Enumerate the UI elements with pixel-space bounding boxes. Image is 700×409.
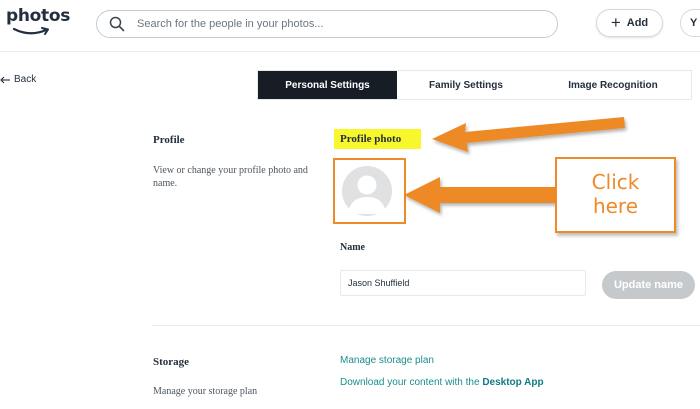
user-silhouette-icon xyxy=(348,175,386,214)
name-label: Name xyxy=(340,242,365,253)
amazon-photos-logo[interactable]: photos xyxy=(6,6,70,40)
tab-family-settings[interactable]: Family Settings xyxy=(397,71,535,99)
callout-line-1: Click xyxy=(591,170,640,194)
profile-section-description: View or change your profile photo and na… xyxy=(153,165,308,189)
update-name-button[interactable]: Update name xyxy=(602,271,695,299)
click-here-callout: Click here xyxy=(555,157,676,233)
search-bar[interactable] xyxy=(96,10,558,38)
settings-tabs: Personal Settings Family Settings Image … xyxy=(257,70,692,100)
tab-personal-settings[interactable]: Personal Settings xyxy=(258,71,397,99)
profile-photo-label: Profile photo xyxy=(334,129,421,149)
tab-image-recognition[interactable]: Image Recognition xyxy=(535,71,691,99)
arrow-left-icon xyxy=(0,76,10,83)
back-label: Back xyxy=(14,74,37,85)
search-icon xyxy=(109,16,125,32)
profile-photo-button[interactable] xyxy=(333,158,406,224)
storage-section-title: Storage xyxy=(153,356,190,368)
storage-section-description: Manage your storage plan xyxy=(153,386,258,397)
manage-storage-link[interactable]: Manage storage plan xyxy=(340,355,434,366)
name-input[interactable] xyxy=(340,270,586,296)
account-initial: Y xyxy=(690,17,698,29)
avatar xyxy=(342,166,392,216)
callout-line-2: here xyxy=(592,194,639,218)
profile-section-title: Profile xyxy=(153,134,185,146)
account-button[interactable]: Y xyxy=(680,9,700,37)
top-header: photos + Add Y xyxy=(0,0,700,52)
search-input[interactable] xyxy=(137,15,537,33)
arrow-to-avatar xyxy=(404,177,556,213)
download-desktop-app-link[interactable]: Download your content with the Desktop A… xyxy=(340,377,544,388)
desktop-app-label: Desktop App xyxy=(482,377,544,388)
logo-text: photos xyxy=(6,6,71,26)
back-link[interactable]: Back xyxy=(0,74,36,85)
arrow-to-profile-photo xyxy=(432,117,625,152)
add-button[interactable]: + Add xyxy=(596,9,663,37)
section-divider xyxy=(152,325,700,326)
settings-page: photos + Add Y Back Pe xyxy=(0,0,700,409)
download-text: Download your content with the xyxy=(340,377,483,388)
add-label: Add xyxy=(626,17,649,29)
smile-arrow-icon xyxy=(12,27,49,35)
plus-icon: + xyxy=(610,13,621,32)
